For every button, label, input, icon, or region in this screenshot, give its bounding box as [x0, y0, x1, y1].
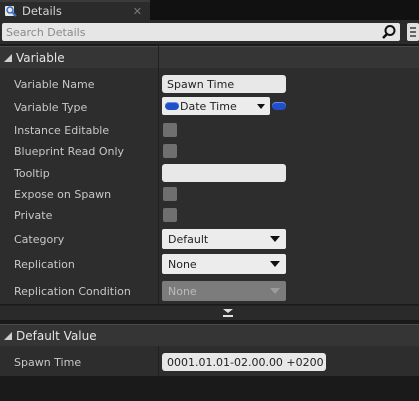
tab-details[interactable]: Details ✕ [0, 0, 150, 20]
label-expose-on-spawn: Expose on Spawn [14, 188, 112, 201]
private-checkbox[interactable] [163, 208, 177, 222]
expand-advanced-icon [223, 309, 233, 317]
replication-condition-value: None [168, 284, 197, 298]
collapse-arrow-icon [4, 331, 12, 340]
chevron-down-icon [270, 288, 280, 294]
row-private: Private [0, 205, 419, 226]
row-variable-name: Variable Name Spawn Time [0, 74, 419, 95]
magnifier-details-icon [4, 4, 18, 18]
advanced-expander[interactable] [0, 305, 419, 320]
chevron-down-icon [270, 261, 280, 267]
row-instance-editable: Instance Editable [0, 120, 419, 141]
expose-on-spawn-checkbox[interactable] [163, 187, 177, 201]
search-box [2, 23, 400, 41]
row-tooltip: Tooltip [0, 163, 419, 184]
section-title-variable: Variable [16, 50, 65, 65]
label-spawn-time: Spawn Time [14, 356, 82, 369]
tab-bar: Details ✕ [0, 0, 419, 20]
label-private: Private [14, 209, 53, 222]
instance-editable-checkbox[interactable] [163, 123, 177, 137]
label-replication-condition: Replication Condition [14, 285, 131, 298]
chevron-down-icon [270, 236, 280, 242]
row-spawn-time: Spawn Time 0001.01.01-02.00.00 +0200 [0, 352, 419, 373]
category-combo[interactable]: Default [162, 229, 286, 249]
replication-condition-combo: None [162, 281, 286, 301]
label-blueprint-read-only: Blueprint Read Only [14, 145, 125, 158]
close-tab-icon[interactable]: ✕ [133, 5, 142, 18]
label-variable-name: Variable Name [14, 78, 95, 91]
replication-value: None [168, 257, 197, 271]
search-icon[interactable] [381, 24, 397, 40]
category-value: Default [168, 232, 209, 246]
collapse-arrow-icon [4, 53, 12, 62]
tooltip-input[interactable] [162, 164, 286, 182]
tab-title: Details [22, 4, 62, 18]
row-replication: Replication None [0, 254, 419, 275]
section-title-default-value: Default Value [16, 328, 97, 343]
row-variable-type: Variable Type Date Time [0, 97, 419, 118]
row-expose-on-spawn: Expose on Spawn [0, 184, 419, 205]
search-input[interactable] [2, 24, 372, 40]
spawn-time-input[interactable]: 0001.01.01-02.00.00 +0200 [162, 353, 326, 371]
label-instance-editable: Instance Editable [14, 124, 110, 137]
label-category: Category [14, 233, 65, 246]
container-type-icon[interactable] [272, 102, 286, 110]
label-variable-type: Variable Type [14, 101, 88, 114]
section-header-variable[interactable]: Variable [0, 46, 419, 68]
row-blueprint-read-only: Blueprint Read Only [0, 141, 419, 162]
section-header-default-value[interactable]: Default Value [0, 324, 419, 346]
blueprint-read-only-checkbox[interactable] [163, 144, 177, 158]
variable-type-value: Date Time [180, 99, 237, 113]
pin-type-icon [165, 102, 179, 110]
variable-name-input[interactable]: Spawn Time [162, 75, 286, 93]
view-options-button[interactable] [407, 23, 419, 41]
chevron-down-icon [257, 104, 265, 109]
replication-combo[interactable]: None [162, 254, 286, 274]
label-replication: Replication [14, 258, 75, 271]
search-bar [0, 20, 419, 44]
label-tooltip: Tooltip [14, 167, 50, 180]
row-replication-condition: Replication Condition None [0, 281, 419, 302]
variable-type-combo[interactable]: Date Time [162, 97, 270, 115]
row-category: Category Default [0, 229, 419, 250]
